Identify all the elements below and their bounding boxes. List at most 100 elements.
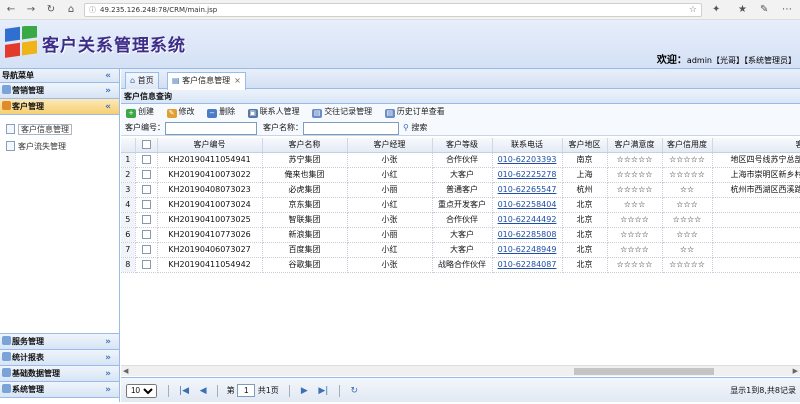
app-header: 客户关系管理系统 欢迎：admin【光哥】【系统管理员】 <box>0 20 800 69</box>
address-bar[interactable]: ⓘ 49.235.126.248:78/CRM/main.jsp ☆ <box>84 3 702 17</box>
sidebar-section-reports[interactable]: 统计报表 » <box>0 350 119 366</box>
edit-button[interactable]: ✎ 修改 <box>166 104 195 120</box>
sidebar-section-system[interactable]: 系统管理 » <box>0 382 119 398</box>
customer-code-input[interactable] <box>165 122 257 135</box>
tab-home[interactable]: ⌂ 首页 <box>125 72 159 89</box>
cell-manager: 小红 <box>347 242 433 258</box>
table-row[interactable]: 3 KH20190408073023 必虎集团 小丽 普通客户 010-62265547 杭… <box>121 182 800 198</box>
phone-link[interactable]: 010-62203393 <box>498 155 557 164</box>
horizontal-scrollbar[interactable]: ◀ ▶ <box>121 365 800 376</box>
home-icon[interactable]: ⌂ <box>64 3 78 17</box>
page-number-input[interactable] <box>237 384 256 397</box>
cell-address: 上海市崇明区新乡村 <box>712 167 800 183</box>
row-checkbox[interactable] <box>141 184 151 194</box>
select-all-checkbox[interactable] <box>141 139 151 149</box>
row-checkbox[interactable] <box>141 199 151 209</box>
reload-icon[interactable]: ↻ <box>44 3 58 17</box>
back-icon[interactable]: ← <box>4 3 18 17</box>
scrollbar-thumb[interactable] <box>574 368 714 375</box>
row-select-cell[interactable] <box>135 242 158 258</box>
share-icon[interactable]: ✎ <box>760 3 768 17</box>
table-row[interactable]: 6 KH20190410773026 新浪集团 小丽 大客户 010-62285808 北京… <box>121 227 800 243</box>
contacts-button[interactable]: ▣ 联系人管理 <box>247 104 300 120</box>
table-row[interactable]: 2 KH20190410073022 俺来也集团 小红 大客户 010-62225278 上… <box>121 167 800 183</box>
last-page-icon[interactable]: ▶| <box>318 379 328 404</box>
table-row[interactable]: 1 KH20190411054941 苏宁集团 小张 合作伙伴 010-62203393 南… <box>121 152 800 168</box>
phone-link[interactable]: 010-62284087 <box>498 260 557 269</box>
column-header[interactable]: 客户地址 <box>712 138 800 153</box>
row-select-cell[interactable] <box>135 152 158 168</box>
row-select-cell[interactable] <box>135 227 158 243</box>
search-button[interactable]: ⚲ 搜索 <box>403 120 427 136</box>
sidebar-item-customer-loss[interactable]: 客户流失管理 <box>0 140 119 157</box>
row-checkbox[interactable] <box>141 229 151 239</box>
orders-button[interactable]: ▤ 历史订单查看 <box>384 104 445 120</box>
scroll-left-icon[interactable]: ◀ <box>123 366 128 377</box>
first-page-icon[interactable]: |◀ <box>179 379 189 404</box>
cell-address <box>712 212 800 228</box>
table-row[interactable]: 4 KH20190410073024 京东集团 小红 重点开发客户 010-6225840… <box>121 197 800 213</box>
divider <box>217 384 219 397</box>
more-icon[interactable]: ⋯ <box>782 3 792 17</box>
row-checkbox[interactable] <box>141 169 151 179</box>
sidebar-section-customer[interactable]: 客户管理 « <box>0 99 119 115</box>
cell-address <box>712 257 800 273</box>
sidebar: 导航菜单 « 营销管理 » 客户管理 « 客户信息管理 客户流失管理 服务管理 … <box>0 69 120 402</box>
cell-name: 京东集团 <box>262 197 348 213</box>
tab-customer-info[interactable]: ▤ 客户信息管理 × <box>167 72 246 90</box>
phone-link[interactable]: 010-62248949 <box>498 245 557 254</box>
favorites-icon[interactable]: ★ <box>738 3 747 17</box>
forward-icon[interactable]: → <box>24 3 38 17</box>
row-checkbox[interactable] <box>141 214 151 224</box>
table-row[interactable]: 8 KH20190411054942 谷歌集团 小张 战略合作伙伴 010-6228408… <box>121 257 800 273</box>
next-page-icon[interactable]: ▶ <box>301 379 308 404</box>
row-select-cell[interactable] <box>135 182 158 198</box>
customer-name-input[interactable] <box>303 122 399 135</box>
table-row[interactable]: 7 KH20190406073027 百度集团 小红 大客户 010-62248949 北京… <box>121 242 800 258</box>
row-select-cell[interactable] <box>135 167 158 183</box>
cell-code: KH20190411054941 <box>157 152 263 168</box>
column-header[interactable]: 客户名称 <box>262 138 348 153</box>
refresh-icon[interactable]: ↻ <box>350 379 358 404</box>
phone-link[interactable]: 010-62225278 <box>498 170 557 179</box>
collections-icon[interactable]: ✦ <box>712 3 720 17</box>
row-select-cell[interactable] <box>135 197 158 213</box>
column-header[interactable]: 客户信用度 <box>662 138 713 153</box>
column-header[interactable]: 客户编号 <box>157 138 263 153</box>
prev-page-icon[interactable]: ◀ <box>200 379 207 404</box>
row-select-cell[interactable] <box>135 257 158 273</box>
select-all-header[interactable] <box>135 138 158 153</box>
sidebar-section-label: 基础数据管理 <box>12 369 60 378</box>
phone-link[interactable]: 010-62258404 <box>498 200 557 209</box>
cell-code: KH20190410073024 <box>157 197 263 213</box>
home-icon: ⌂ <box>130 76 136 85</box>
close-icon[interactable]: × <box>234 76 241 85</box>
page-size-select[interactable]: 10 <box>126 383 157 398</box>
sidebar-item-customer-info[interactable]: 客户信息管理 <box>0 123 119 140</box>
records-button[interactable]: ▤ 交往记录管理 <box>312 104 372 120</box>
row-checkbox[interactable] <box>141 154 151 164</box>
phone-link[interactable]: 010-62265547 <box>498 185 557 194</box>
cell-code: KH20190411054942 <box>157 257 263 273</box>
sidebar-section-marketing[interactable]: 营销管理 » <box>0 83 119 99</box>
scroll-right-icon[interactable]: ▶ <box>793 366 798 377</box>
row-select-cell[interactable] <box>135 212 158 228</box>
column-header[interactable]: 客户满意度 <box>607 138 663 153</box>
delete-button[interactable]: − 删除 <box>207 104 235 120</box>
table-row[interactable]: 5 KH20190410073025 智联集团 小张 合作伙伴 010-62244492 北… <box>121 212 800 228</box>
collapse-sidebar-icon[interactable]: « <box>105 69 111 83</box>
phone-link[interactable]: 010-62244492 <box>498 215 557 224</box>
column-header[interactable]: 联系电话 <box>492 138 563 153</box>
column-header[interactable]: 客户等级 <box>432 138 493 153</box>
row-checkbox[interactable] <box>141 244 151 254</box>
phone-link[interactable]: 010-62285808 <box>498 230 557 239</box>
sidebar-section-basedata[interactable]: 基础数据管理 » <box>0 366 119 382</box>
bookmark-star-icon[interactable]: ☆ <box>689 4 697 16</box>
column-header[interactable]: 客户地区 <box>562 138 608 153</box>
column-header[interactable]: 客户经理 <box>347 138 433 153</box>
row-checkbox[interactable] <box>141 259 151 269</box>
cell-satisfaction: ☆☆☆☆☆ <box>607 182 663 198</box>
cell-credit: ☆☆☆☆ <box>662 212 713 228</box>
sidebar-section-service[interactable]: 服务管理 » <box>0 334 119 350</box>
create-button[interactable]: + 创建 <box>126 104 154 120</box>
